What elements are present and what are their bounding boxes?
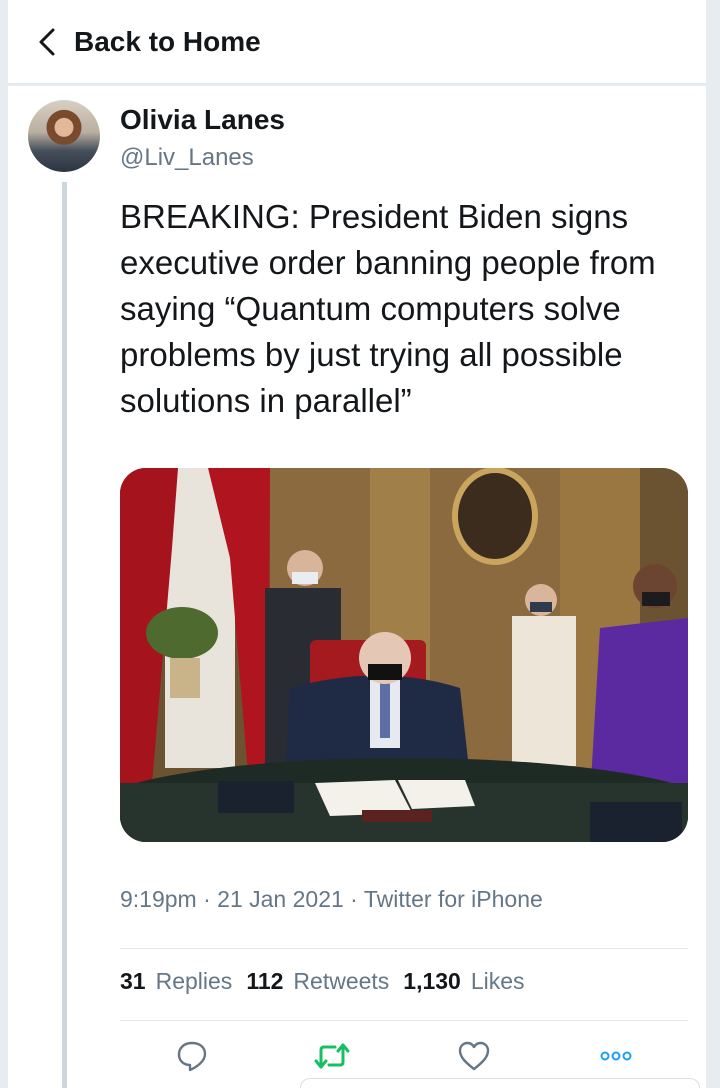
tweet-source[interactable]: Twitter for iPhone [364, 886, 543, 912]
retweet-icon [314, 1043, 350, 1069]
retweets-count: 112 [246, 968, 284, 994]
author-handle[interactable]: @Liv_Lanes [120, 144, 285, 172]
author-block: Olivia Lanes @Liv_Lanes [120, 104, 285, 172]
divider [120, 948, 688, 949]
like-button[interactable] [454, 1036, 494, 1076]
tweet-photo[interactable] [120, 468, 688, 842]
likes-stat[interactable]: 1,130 Likes [403, 968, 524, 995]
author-name[interactable]: Olivia Lanes [120, 104, 285, 136]
tweet-date[interactable]: 21 Jan 2021 [217, 886, 344, 912]
reply-bubble-icon [177, 1041, 207, 1072]
thread-line [62, 182, 67, 1088]
tweet-text: BREAKING: President Biden signs executiv… [120, 198, 656, 419]
engagement-stats: 31 Replies 112 Retweets 1,130 Likes [120, 968, 525, 995]
replies-stat[interactable]: 31 Replies [120, 968, 232, 995]
tweet-time[interactable]: 9:19pm [120, 886, 197, 912]
popover-edge [300, 1078, 700, 1088]
tweet-meta: 9:19pm · 21 Jan 2021 · Twitter for iPhon… [120, 886, 543, 913]
replies-count: 31 [120, 968, 146, 994]
top-bar: Back to Home [8, 0, 706, 84]
likes-count: 1,130 [403, 968, 461, 994]
avatar[interactable] [28, 100, 100, 172]
back-label: Back to Home [74, 25, 261, 57]
divider [120, 1020, 688, 1021]
replies-label: Replies [155, 968, 233, 994]
reply-button[interactable] [172, 1036, 212, 1076]
retweets-stat[interactable]: 112 Retweets [246, 968, 389, 995]
back-to-home-button[interactable]: Back to Home [36, 26, 261, 58]
retweet-button[interactable] [312, 1036, 352, 1076]
signing-photo [120, 468, 688, 842]
tweet-card: Olivia Lanes @Liv_Lanes BREAKING: Presid… [8, 86, 706, 1088]
action-bar [120, 1036, 688, 1076]
retweets-label: Retweets [293, 968, 390, 994]
more-dots-icon [600, 1051, 632, 1061]
meta-separator: · [196, 886, 218, 912]
heart-icon [458, 1041, 490, 1071]
likes-label: Likes [470, 968, 525, 994]
more-button[interactable] [596, 1036, 636, 1076]
meta-separator: · [343, 886, 364, 912]
chevron-left-icon [39, 28, 55, 55]
